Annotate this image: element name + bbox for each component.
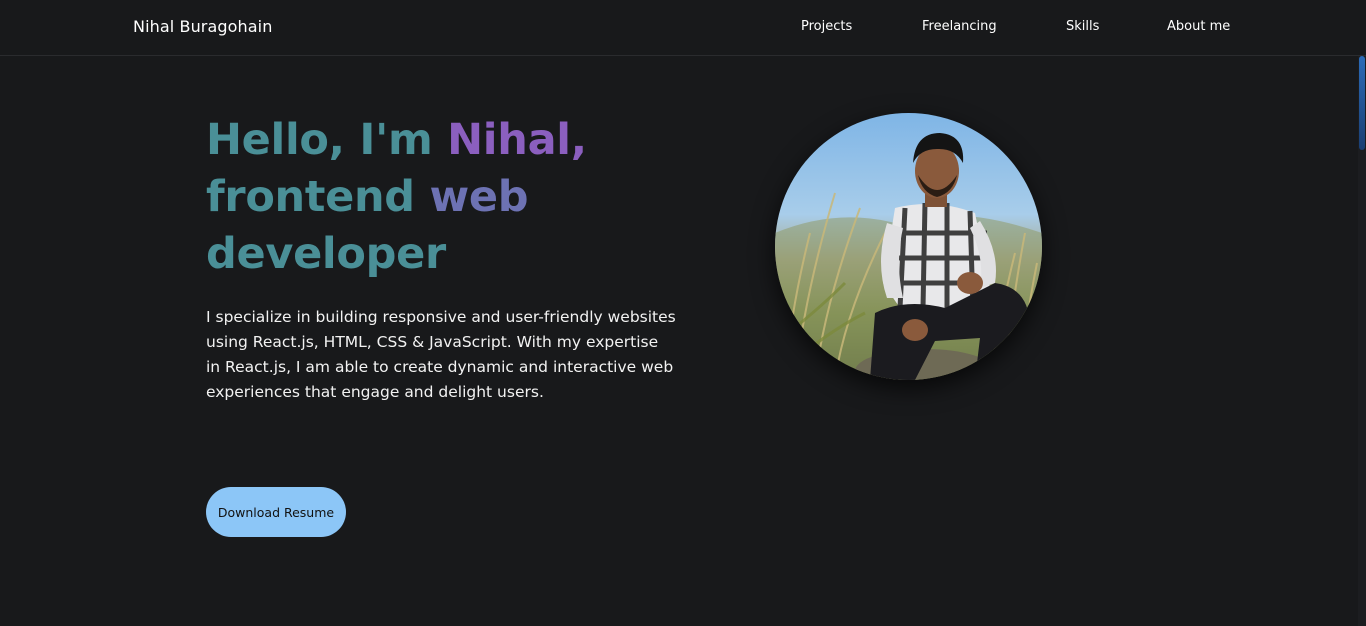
nav-link-freelancing[interactable]: Freelancing xyxy=(922,19,997,34)
hero-heading-part: Hello, I'm xyxy=(206,115,448,165)
hero-heading-part: web xyxy=(429,172,529,222)
hero-description: I specialize in building responsive and … xyxy=(206,308,676,401)
profile-photo-illustration xyxy=(775,133,1042,380)
profile-photo xyxy=(775,113,1042,380)
download-resume-button[interactable]: Download Resume xyxy=(206,487,346,537)
hero-heading-part: frontend xyxy=(206,172,430,222)
hero-heading-name: Nihal, xyxy=(447,115,587,165)
nav-link-projects[interactable]: Projects xyxy=(801,19,852,34)
hero-heading-part: developer xyxy=(206,229,446,279)
scrollbar-thumb[interactable] xyxy=(1359,56,1365,150)
nav-link-about-me[interactable]: About me xyxy=(1167,19,1230,34)
navbar: Nihal Buragohain Projects Freelancing Sk… xyxy=(0,0,1366,56)
page: Nihal Buragohain Projects Freelancing Sk… xyxy=(0,0,1366,626)
hero-heading: Hello, I'm Nihal, frontend web developer xyxy=(206,112,676,283)
nav-link-skills[interactable]: Skills xyxy=(1066,19,1099,34)
brand-name[interactable]: Nihal Buragohain xyxy=(133,17,272,36)
